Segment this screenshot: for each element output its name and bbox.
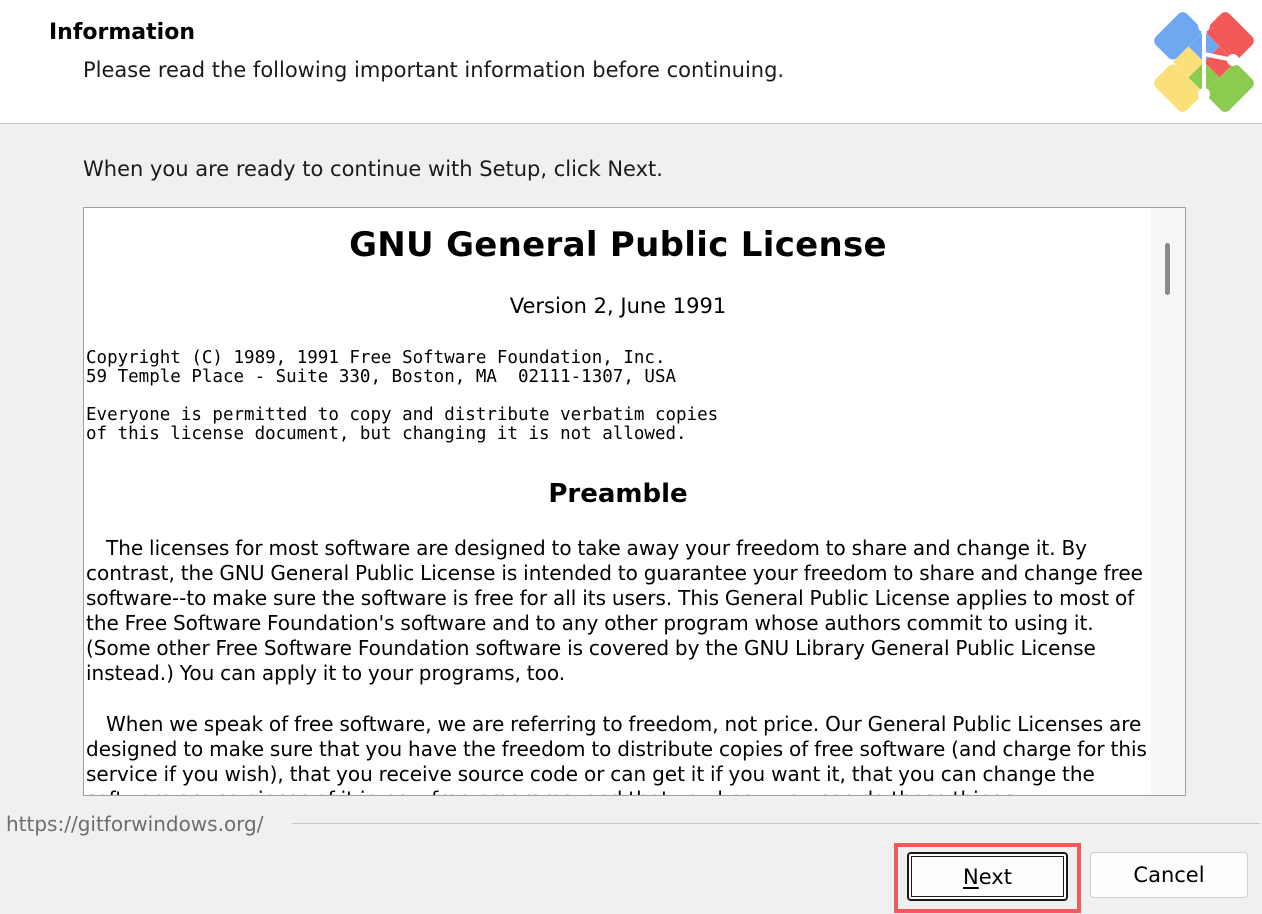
- license-viewer[interactable]: GNU General Public License Version 2, Ju…: [83, 207, 1186, 796]
- page-subtitle: Please read the following important info…: [83, 58, 785, 82]
- notice-line: of this license document, but changing i…: [86, 424, 687, 444]
- license-paragraph: When we speak of free software, we are r…: [86, 712, 1147, 795]
- license-scrollbar[interactable]: [1151, 208, 1185, 795]
- license-paragraph: The licenses for most software are desig…: [86, 536, 1143, 685]
- website-link[interactable]: https://gitforwindows.org/: [6, 812, 263, 836]
- header-panel: Information Please read the following im…: [0, 0, 1262, 124]
- notice-line: Everyone is permitted to copy and distri…: [86, 405, 719, 425]
- git-for-windows-logo-icon: [1154, 12, 1254, 112]
- copyright-line: Copyright (C) 1989, 1991 Free Software F…: [86, 348, 666, 368]
- next-button[interactable]: Next: [907, 852, 1068, 901]
- footer-divider: [292, 823, 1260, 824]
- preamble-heading: Preamble: [548, 479, 688, 509]
- next-label: ext: [978, 864, 1012, 889]
- scrollbar-thumb[interactable]: [1165, 243, 1170, 295]
- next-mnemonic: N: [963, 864, 979, 889]
- page-title: Information: [49, 20, 195, 45]
- license-version: Version 2, June 1991: [509, 294, 727, 318]
- copyright-line: 59 Temple Place - Suite 330, Boston, MA …: [86, 367, 677, 387]
- license-title: GNU General Public License: [349, 225, 887, 265]
- cancel-button[interactable]: Cancel: [1090, 852, 1248, 898]
- intro-text: When you are ready to continue with Setu…: [83, 157, 663, 181]
